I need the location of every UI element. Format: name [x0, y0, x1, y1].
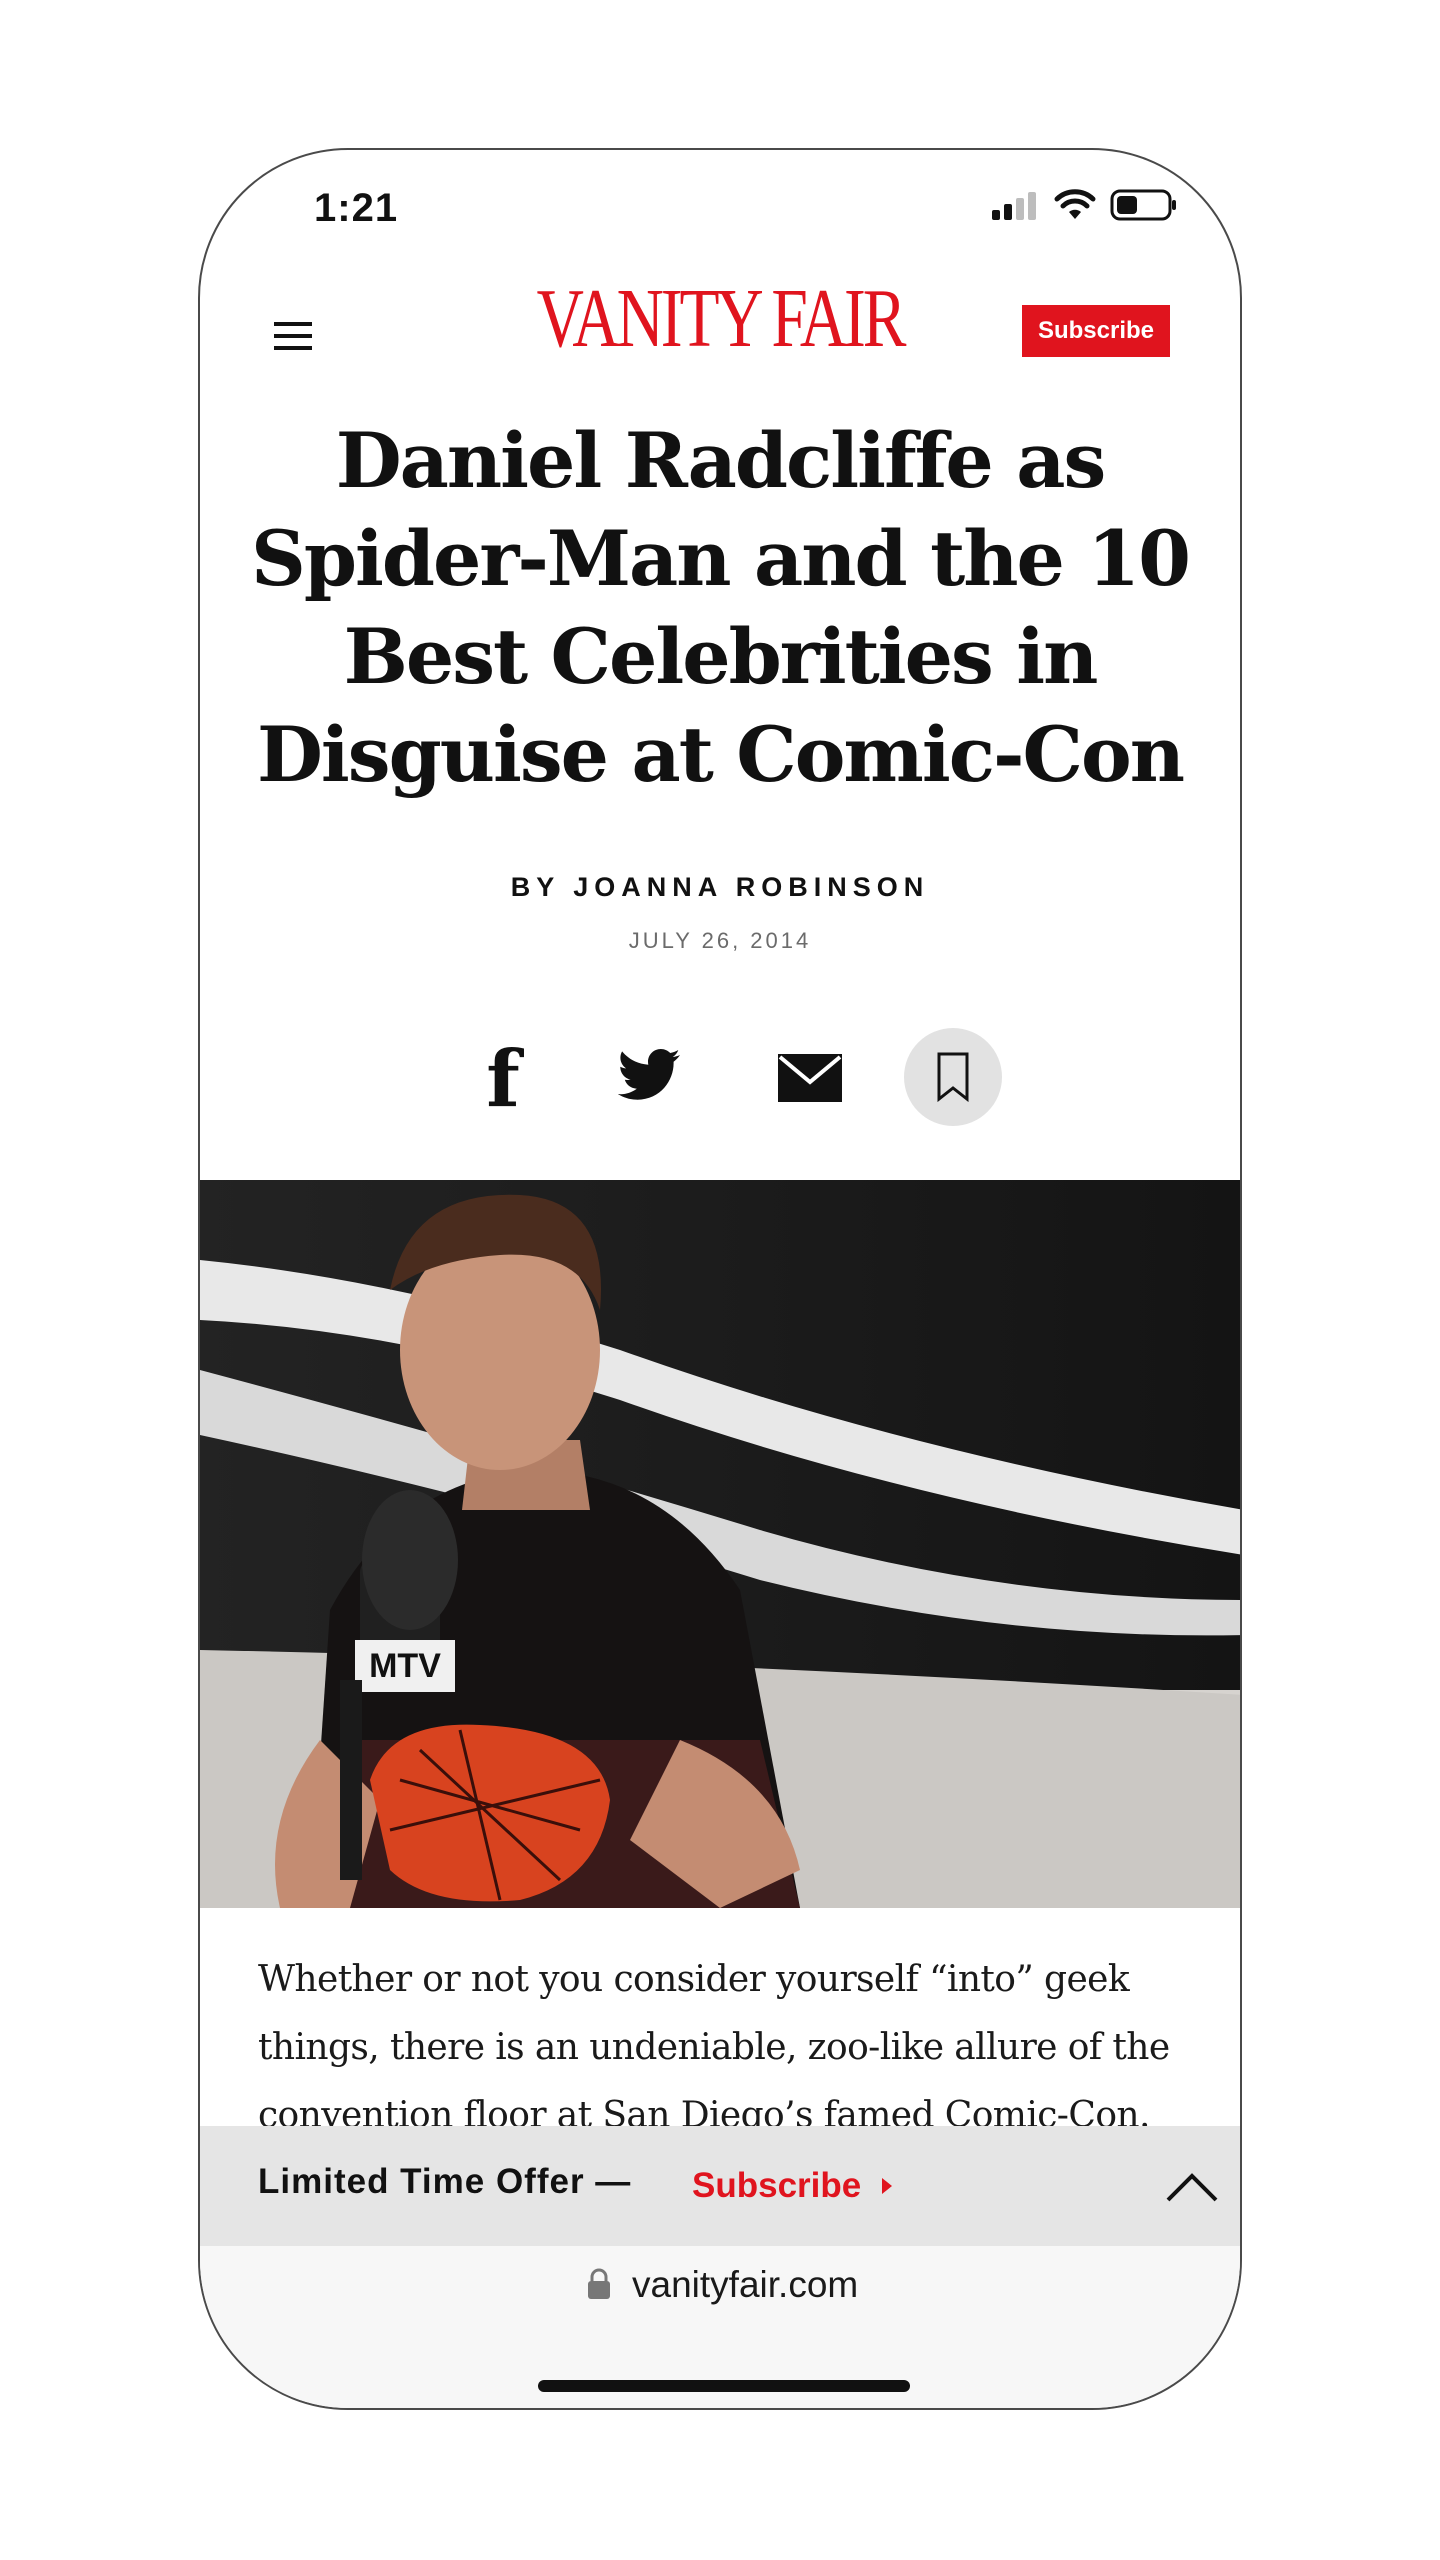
offer-subscribe-label: Subscribe	[692, 2166, 862, 2205]
url-display[interactable]: vanityfair.com	[200, 2264, 1240, 2306]
caret-right-icon	[881, 2178, 892, 2194]
lock-icon	[587, 2268, 610, 2299]
wifi-icon	[1054, 189, 1096, 219]
offer-bar: Limited Time Offer — Subscribe	[200, 2126, 1240, 2246]
article-byline[interactable]: BY JOANNA ROBINSON	[200, 872, 1240, 903]
status-time: 1:21	[314, 186, 399, 230]
share-row: f	[200, 1028, 1240, 1128]
hero-image[interactable]: MTV	[200, 1180, 1240, 1908]
mail-icon[interactable]	[776, 1052, 844, 1104]
signal-icon	[992, 192, 1036, 220]
status-icons	[990, 188, 1178, 222]
offer-text: Limited Time Offer —	[258, 2162, 632, 2201]
browser-url-bar[interactable]: vanityfair.com	[200, 2246, 1240, 2408]
mtv-badge: MTV	[369, 1647, 441, 1685]
battery-icon	[1110, 189, 1176, 221]
bookmark-icon[interactable]	[904, 1028, 1002, 1126]
site-logo[interactable]: VANITY FAIR	[314, 270, 1125, 367]
subscribe-button[interactable]: Subscribe	[1022, 305, 1170, 357]
url-text: vanityfair.com	[632, 2264, 859, 2305]
menu-icon[interactable]	[272, 315, 314, 357]
article-headline: Daniel Radcliffe as Spider-Man and the 1…	[250, 416, 1191, 799]
phone-frame: 1:21 VANITY FAIR Subscribe Daniel Radcli…	[198, 148, 1242, 2410]
article-body: Whether or not you consider yourself “in…	[258, 1959, 1170, 2136]
twitter-icon[interactable]	[618, 1046, 682, 1106]
offer-subscribe-link[interactable]: Subscribe	[692, 2166, 895, 2206]
facebook-icon[interactable]: f	[478, 1040, 528, 1120]
article-date: JULY 26, 2014	[628, 928, 812, 953]
home-indicator	[538, 2380, 910, 2392]
chevron-up-icon[interactable]	[1162, 2162, 1222, 2210]
